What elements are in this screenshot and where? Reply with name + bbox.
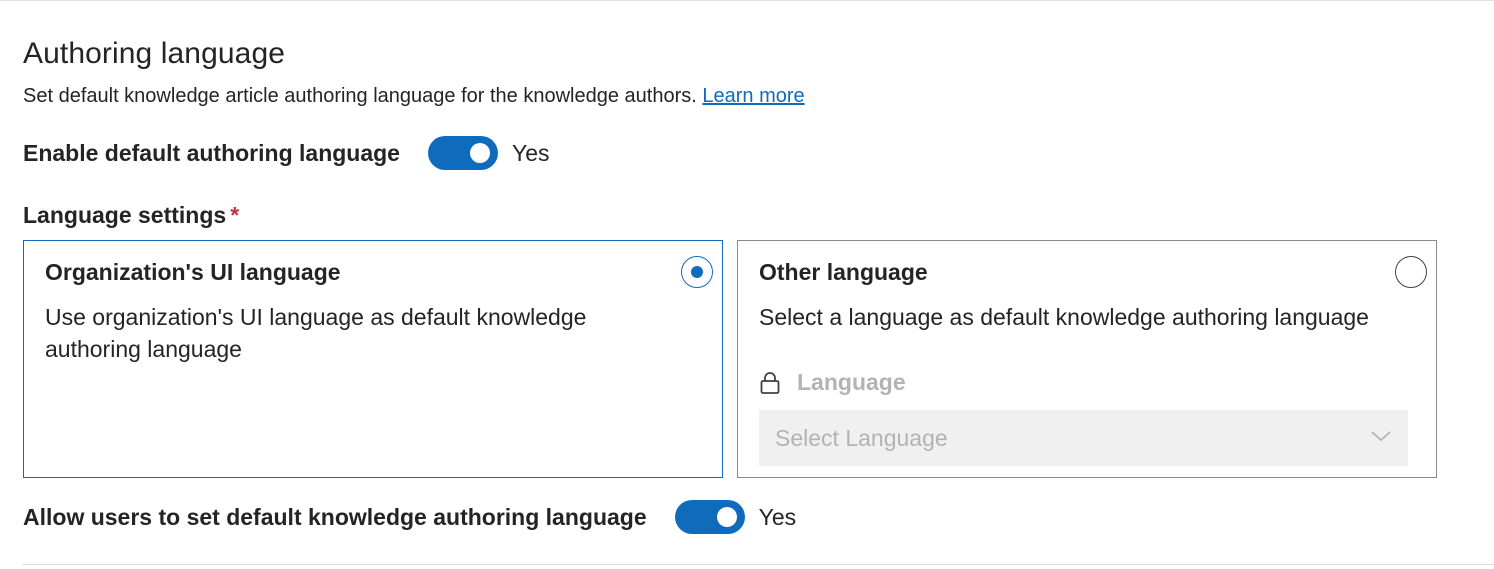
org-ui-language-radio[interactable]	[681, 256, 713, 288]
section-description-text: Set default knowledge article authoring …	[23, 85, 697, 107]
allow-users-label: Allow users to set default knowledge aut…	[23, 503, 647, 530]
org-ui-language-title: Organization's UI language	[45, 259, 341, 285]
learn-more-link[interactable]: Learn more	[702, 85, 804, 107]
other-language-card[interactable]: Other language Select a language as defa…	[737, 240, 1437, 478]
allow-users-toggle[interactable]	[674, 500, 745, 534]
enable-default-label: Enable default authoring language	[23, 139, 400, 166]
required-marker: *	[230, 202, 240, 228]
org-ui-language-description: Use organization's UI language as defaul…	[45, 304, 587, 362]
section-title: Authoring language	[23, 37, 286, 70]
toggle-knob	[469, 143, 490, 163]
enable-default-row: Enable default authoring language Yes	[23, 136, 550, 170]
language-settings-label-text: Language settings	[23, 202, 227, 228]
lock-icon	[760, 371, 780, 394]
org-ui-language-card[interactable]: Organization's UI language Use organizat…	[23, 240, 723, 478]
other-language-radio[interactable]	[1395, 256, 1427, 288]
toggle-knob	[716, 507, 737, 527]
enable-default-state: Yes	[511, 139, 550, 166]
top-divider	[0, 0, 1494, 1]
chevron-down-icon	[1371, 431, 1391, 442]
language-settings-label: Language settings *	[23, 202, 239, 229]
allow-users-state: Yes	[758, 503, 797, 530]
language-field-label-text: Language	[797, 369, 906, 395]
other-language-title: Other language	[759, 259, 928, 285]
bottom-divider	[22, 564, 1494, 565]
settings-page: Authoring language Set default knowledge…	[0, 0, 1494, 569]
allow-users-row: Allow users to set default knowledge aut…	[23, 500, 796, 534]
language-select[interactable]: Select Language	[759, 410, 1408, 466]
other-language-description: Select a language as default knowledge a…	[759, 304, 1369, 330]
language-field-label: Language	[759, 369, 906, 396]
section-description: Set default knowledge article authoring …	[23, 85, 805, 108]
language-select-placeholder: Select Language	[775, 425, 948, 451]
enable-default-toggle[interactable]	[427, 136, 498, 170]
